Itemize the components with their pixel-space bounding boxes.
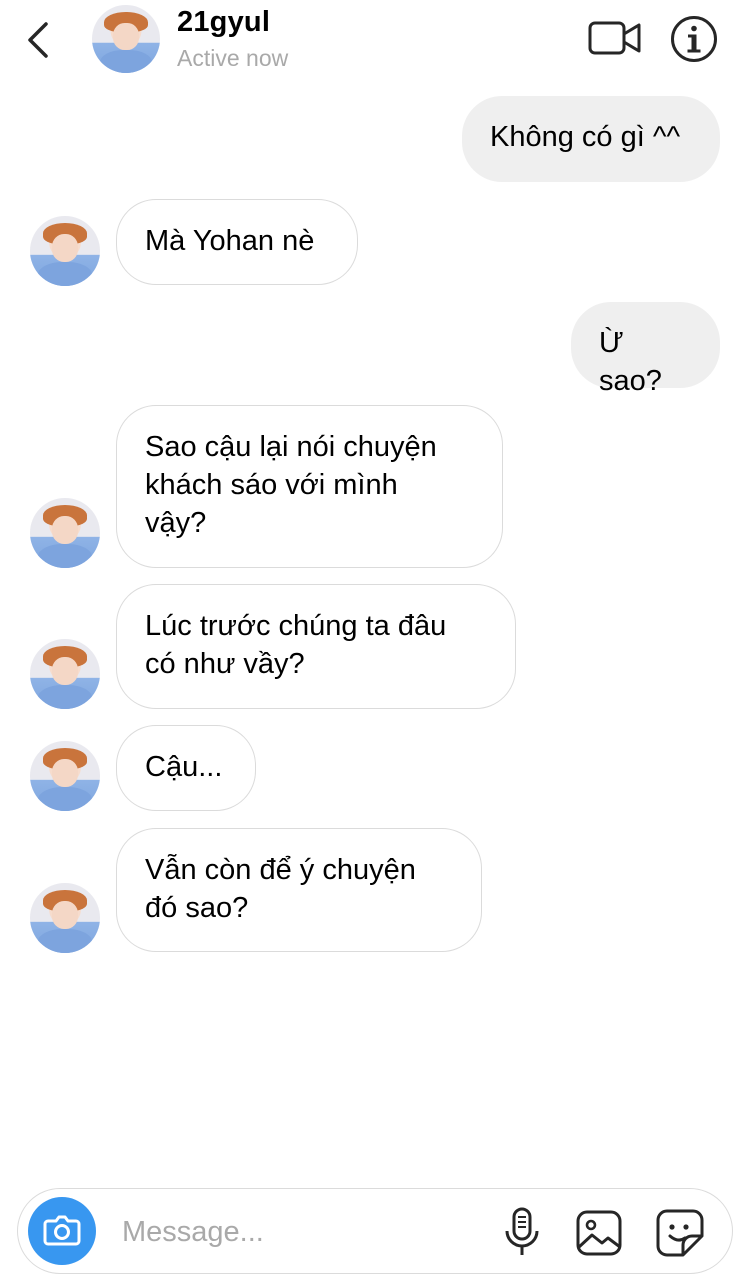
sender-avatar[interactable] [30,883,100,953]
gallery-icon [576,1210,622,1256]
message-input[interactable] [120,1211,484,1253]
header-avatar[interactable] [92,5,160,73]
voice-message-button[interactable] [504,1207,540,1257]
message-bubble-outgoing[interactable]: Không có gì ^^ [462,96,720,182]
sender-avatar[interactable] [30,498,100,568]
camera-button[interactable] [28,1197,96,1265]
sender-avatar[interactable] [30,639,100,709]
chat-header: 21gyul Active now [0,0,750,86]
message-bubble-incoming[interactable]: Lúc trước chúng ta đâu có như vầy? [116,584,516,709]
back-chevron-icon [28,22,48,58]
chat-username[interactable]: 21gyul [177,6,270,39]
active-status: Active now [177,45,289,71]
message-bubble-incoming[interactable]: Mà Yohan nè [116,199,358,285]
message-bubble-outgoing[interactable]: Ừ sao? [571,302,720,397]
info-icon [671,16,717,62]
gallery-button[interactable] [575,1209,623,1257]
video-call-button[interactable] [588,20,642,56]
sender-avatar[interactable] [30,741,100,811]
message-bubble-incoming[interactable]: Cậu... [116,725,256,811]
sticker-icon [656,1209,704,1257]
sender-avatar[interactable] [30,216,100,286]
message-composer [17,1188,733,1274]
back-button[interactable] [22,18,58,62]
sticker-button[interactable] [655,1208,705,1258]
microphone-icon [505,1207,539,1255]
video-call-icon [588,21,641,55]
info-button[interactable] [670,15,718,63]
camera-icon [43,1215,81,1246]
message-bubble-incoming[interactable]: Vẫn còn để ý chuyện đó sao? [116,828,482,952]
message-bubble-incoming[interactable]: Sao cậu lại nói chuyện khách sáo với mìn… [116,405,503,568]
